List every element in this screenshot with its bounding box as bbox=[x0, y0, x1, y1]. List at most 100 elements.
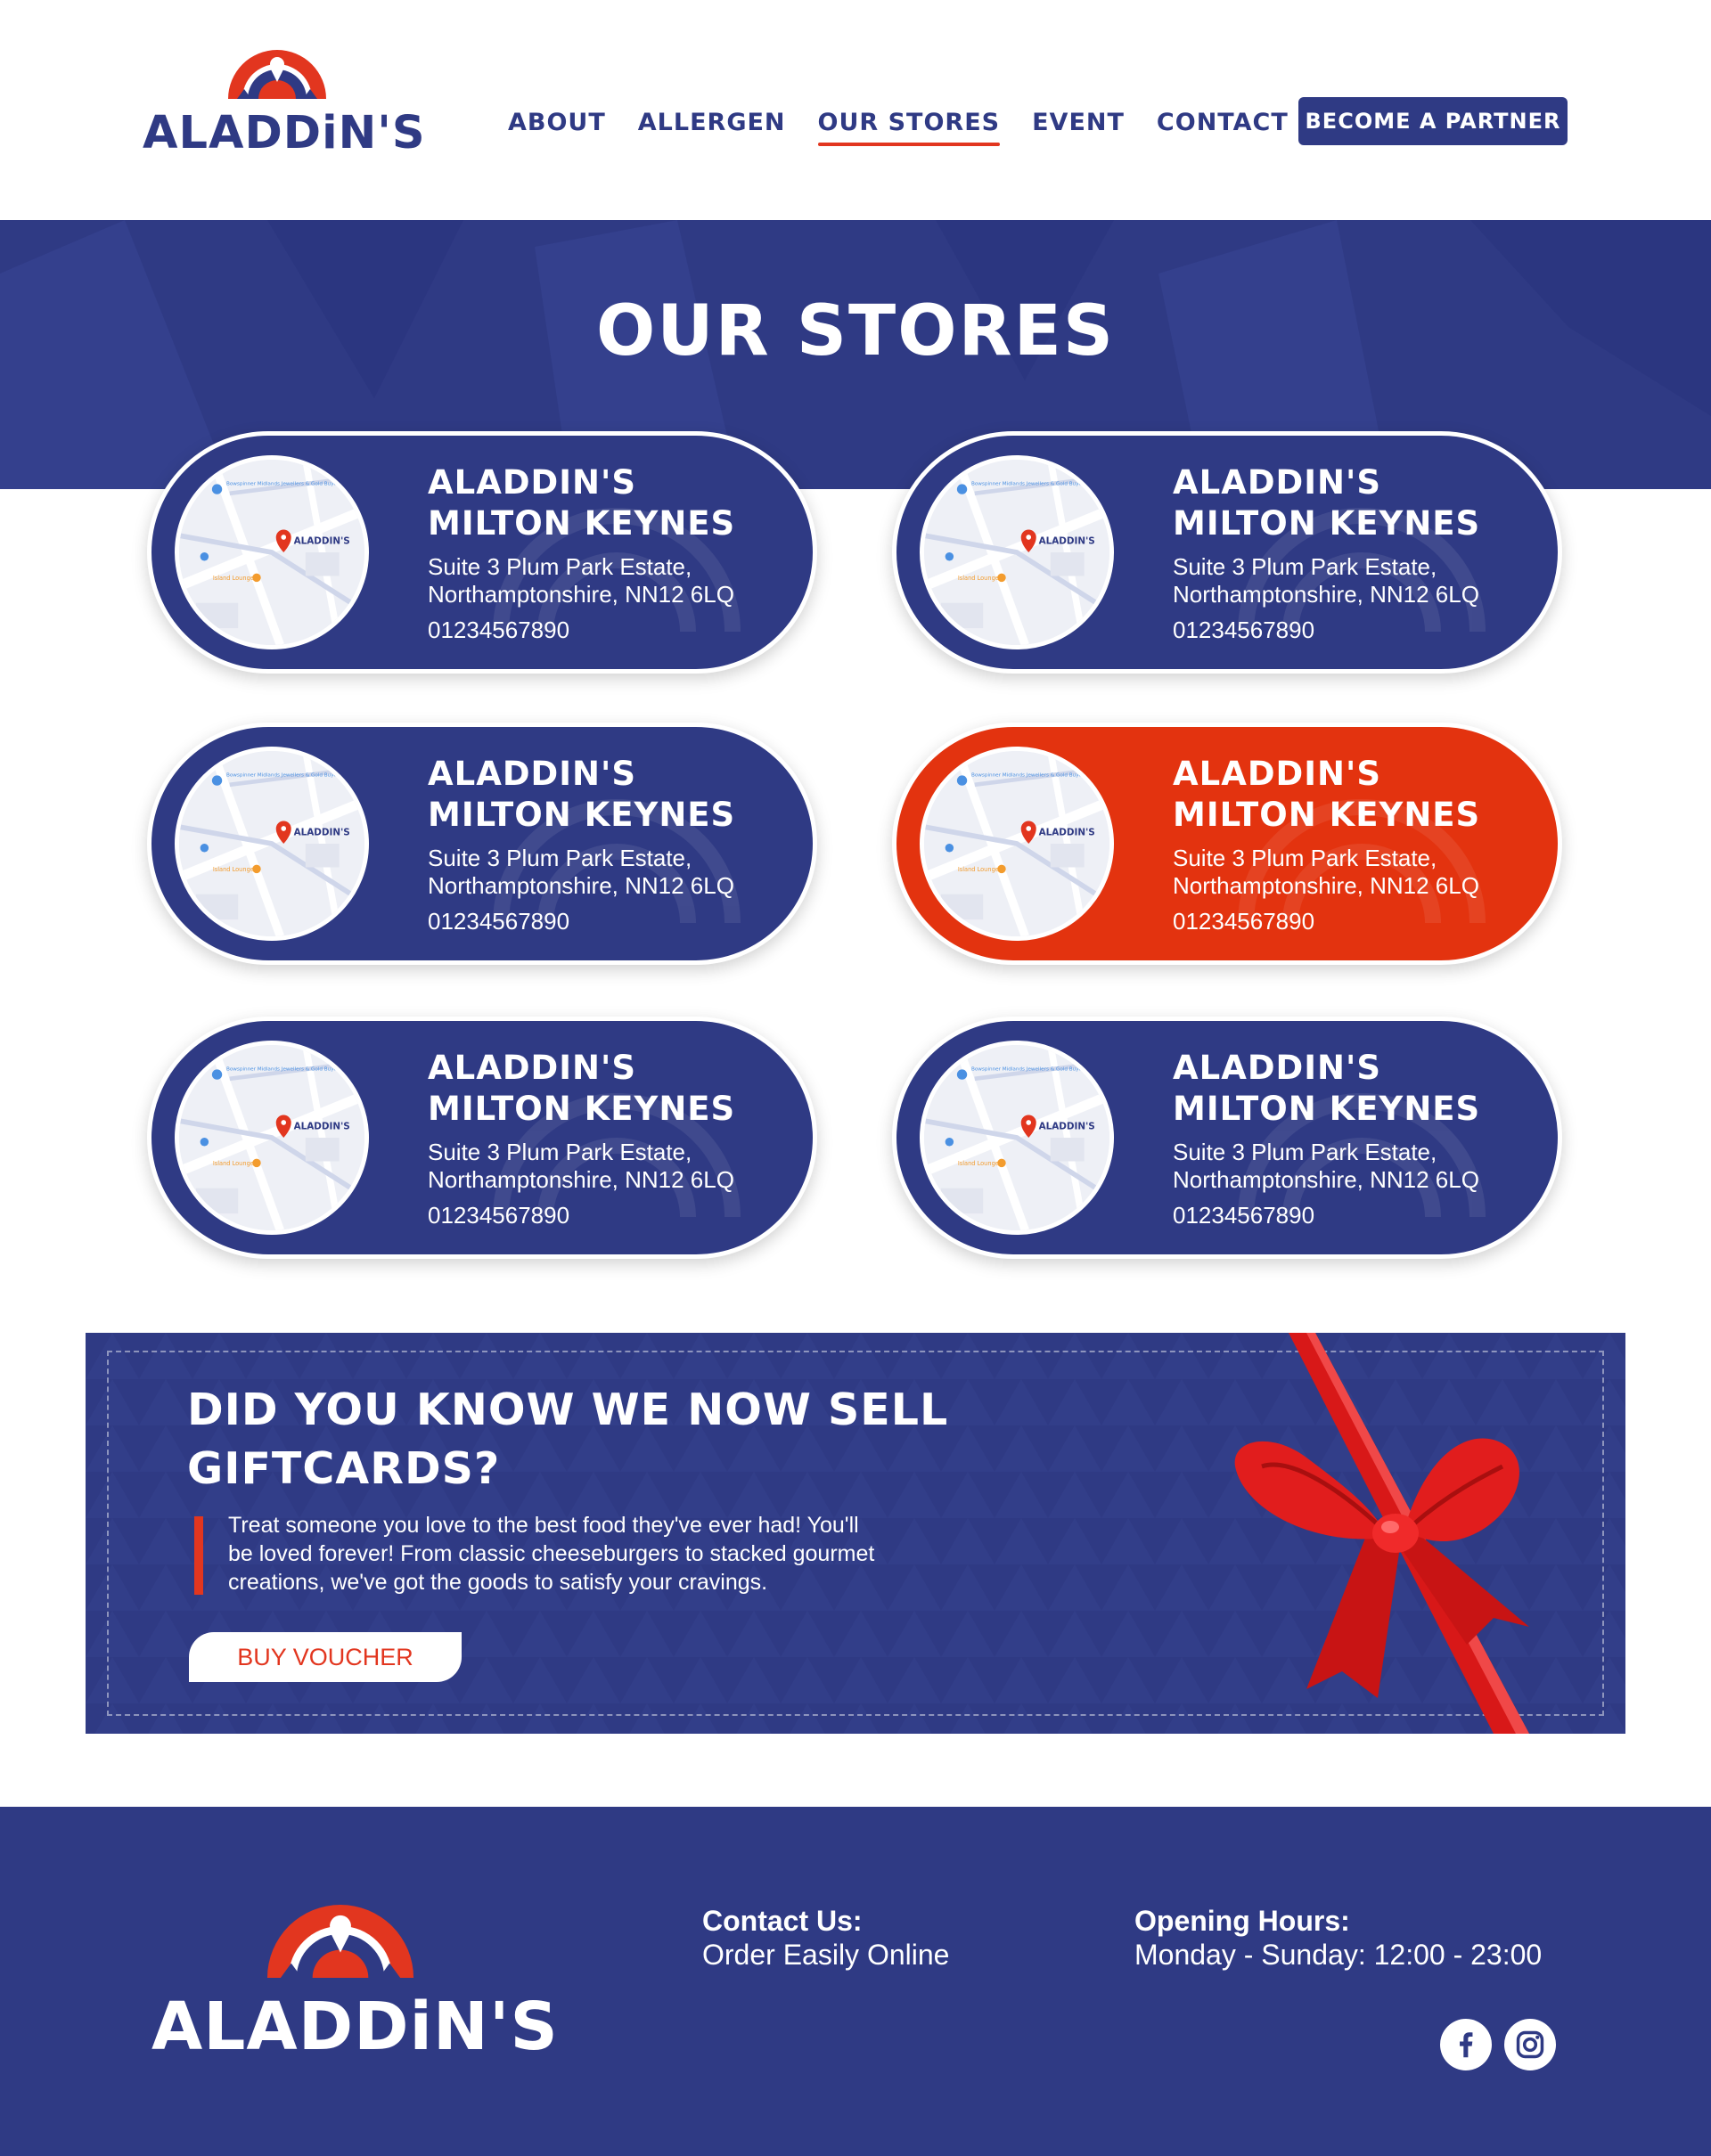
store-card[interactable]: ALADDIN'S Bowspinner Midlands Jewellers … bbox=[892, 1017, 1562, 1259]
store-address-line1: Suite 3 Plum Park Estate, bbox=[1173, 553, 1437, 580]
map-place-label: Island Lounge bbox=[213, 1160, 254, 1167]
nav-event[interactable]: EVENT bbox=[1032, 96, 1125, 136]
store-name: ALADDIN'S MILTON KEYNES bbox=[1173, 1048, 1547, 1130]
store-address: Suite 3 Plum Park Estate, Northamptonshi… bbox=[428, 845, 802, 900]
map-place-label: Bowspinner Midlands Jewellers & Gold Buy… bbox=[971, 772, 1086, 778]
page-title: OUR STORES bbox=[595, 291, 1116, 372]
brand-logo[interactable]: ALADDiN'S bbox=[143, 46, 426, 162]
contact-heading: Contact Us: bbox=[702, 1905, 863, 1937]
store-card[interactable]: ALADDIN'S Bowspinner Midlands Jewellers … bbox=[892, 431, 1562, 674]
map-image: ALADDIN'S Bowspinner Midlands Jewellers … bbox=[179, 1045, 364, 1230]
instagram-link[interactable] bbox=[1504, 2019, 1556, 2070]
store-map-thumbnail[interactable]: ALADDIN'S Bowspinner Midlands Jewellers … bbox=[920, 747, 1114, 941]
store-phone[interactable]: 01234567890 bbox=[428, 1202, 802, 1229]
map-marker-label: ALADDIN'S bbox=[1039, 828, 1095, 838]
map-place-label: Island Lounge bbox=[213, 575, 254, 582]
store-address-line2: Northamptonshire, NN12 6LQ bbox=[428, 872, 734, 899]
store-name-line2: MILTON KEYNES bbox=[1173, 1090, 1481, 1128]
facebook-link[interactable] bbox=[1440, 2019, 1492, 2070]
store-address: Suite 3 Plum Park Estate, Northamptonshi… bbox=[1173, 845, 1547, 900]
store-name-line2: MILTON KEYNES bbox=[428, 504, 736, 543]
giftcard-description: Treat someone you love to the best food … bbox=[228, 1511, 923, 1597]
nav-allergen[interactable]: ALLERGEN bbox=[638, 96, 786, 136]
map-image: ALADDIN'S Bowspinner Midlands Jewellers … bbox=[179, 460, 364, 645]
footer-hours: Opening Hours: Monday - Sunday: 12:00 - … bbox=[1134, 1905, 1542, 1972]
store-info: ALADDIN'S MILTON KEYNES Suite 3 Plum Par… bbox=[1173, 754, 1547, 935]
store-card[interactable]: ALADDIN'S Bowspinner Midlands Jewellers … bbox=[147, 723, 817, 965]
map-place-label: Bowspinner Midlands Jewellers & Gold Buy… bbox=[226, 1066, 341, 1072]
map-image: ALADDIN'S Bowspinner Midlands Jewellers … bbox=[924, 460, 1109, 645]
instagram-icon bbox=[1516, 2030, 1544, 2059]
store-address: Suite 3 Plum Park Estate, Northamptonshi… bbox=[1173, 1139, 1547, 1194]
footer-wordmark: ALADDiN'S bbox=[151, 1989, 559, 2065]
contact-text[interactable]: Order Easily Online bbox=[702, 1937, 949, 1972]
store-address-line1: Suite 3 Plum Park Estate, bbox=[428, 553, 692, 580]
store-address: Suite 3 Plum Park Estate, Northamptonshi… bbox=[428, 1139, 802, 1194]
store-phone[interactable]: 01234567890 bbox=[428, 617, 802, 644]
store-map-thumbnail[interactable]: ALADDIN'S Bowspinner Midlands Jewellers … bbox=[175, 747, 369, 941]
buy-voucher-button[interactable]: BUY VOUCHER bbox=[189, 1632, 462, 1682]
store-card[interactable]: ALADDIN'S Bowspinner Midlands Jewellers … bbox=[892, 723, 1562, 965]
store-map-thumbnail[interactable]: ALADDIN'S Bowspinner Midlands Jewellers … bbox=[920, 455, 1114, 649]
hours-heading: Opening Hours: bbox=[1134, 1905, 1350, 1937]
map-place-label: Bowspinner Midlands Jewellers & Gold Buy… bbox=[971, 481, 1086, 486]
store-name-line2: MILTON KEYNES bbox=[1173, 504, 1481, 543]
store-address-line1: Suite 3 Plum Park Estate, bbox=[1173, 1139, 1437, 1165]
store-name-line1: ALADDIN'S bbox=[1173, 1049, 1381, 1087]
store-info: ALADDIN'S MILTON KEYNES Suite 3 Plum Par… bbox=[1173, 462, 1547, 644]
map-place-label: Island Lounge bbox=[213, 866, 254, 873]
logo-arch-icon bbox=[266, 1904, 414, 1978]
map-marker-label: ALADDIN'S bbox=[294, 1122, 350, 1132]
store-name: ALADDIN'S MILTON KEYNES bbox=[428, 754, 802, 836]
store-phone[interactable]: 01234567890 bbox=[428, 908, 802, 935]
brand-wordmark: ALADDiN'S bbox=[143, 107, 426, 159]
store-name: ALADDIN'S MILTON KEYNES bbox=[428, 1048, 802, 1130]
store-info: ALADDIN'S MILTON KEYNES Suite 3 Plum Par… bbox=[428, 1048, 802, 1229]
map-image: ALADDIN'S Bowspinner Midlands Jewellers … bbox=[924, 1045, 1109, 1230]
store-name-line1: ALADDIN'S bbox=[428, 755, 636, 793]
giftcard-title-line2: GIFTCARDS? bbox=[187, 1443, 501, 1494]
store-map-thumbnail[interactable]: ALADDIN'S Bowspinner Midlands Jewellers … bbox=[920, 1041, 1114, 1235]
store-name: ALADDIN'S MILTON KEYNES bbox=[1173, 462, 1547, 544]
store-name-line2: MILTON KEYNES bbox=[1173, 796, 1481, 834]
map-place-label: Island Lounge bbox=[958, 866, 999, 873]
store-address-line2: Northamptonshire, NN12 6LQ bbox=[1173, 872, 1479, 899]
store-address-line2: Northamptonshire, NN12 6LQ bbox=[428, 1166, 734, 1193]
store-name: ALADDIN'S MILTON KEYNES bbox=[428, 462, 802, 544]
logo-arch-icon bbox=[228, 50, 326, 99]
map-place-label: Island Lounge bbox=[958, 575, 999, 582]
store-address-line1: Suite 3 Plum Park Estate, bbox=[428, 1139, 692, 1165]
store-info: ALADDIN'S MILTON KEYNES Suite 3 Plum Par… bbox=[428, 462, 802, 644]
store-address-line1: Suite 3 Plum Park Estate, bbox=[428, 845, 692, 871]
giftcard-banner: DID YOU KNOW WE NOW SELL GIFTCARDS? Trea… bbox=[86, 1333, 1625, 1734]
map-place-label: Bowspinner Midlands Jewellers & Gold Buy… bbox=[226, 481, 341, 486]
store-map-thumbnail[interactable]: ALADDIN'S Bowspinner Midlands Jewellers … bbox=[175, 455, 369, 649]
giftcard-text-line: Treat someone you love to the best food … bbox=[228, 1513, 859, 1538]
store-name-line2: MILTON KEYNES bbox=[428, 1090, 736, 1128]
map-place-label: Bowspinner Midlands Jewellers & Gold Buy… bbox=[971, 1066, 1086, 1072]
become-partner-button[interactable]: BECOME A PARTNER bbox=[1298, 97, 1568, 145]
store-map-thumbnail[interactable]: ALADDIN'S Bowspinner Midlands Jewellers … bbox=[175, 1041, 369, 1235]
store-info: ALADDIN'S MILTON KEYNES Suite 3 Plum Par… bbox=[428, 754, 802, 935]
nav-about[interactable]: ABOUT bbox=[508, 96, 606, 136]
giftcard-accent-bar bbox=[194, 1516, 203, 1595]
facebook-icon bbox=[1460, 2032, 1473, 2058]
site-footer: ALADDiN'S Contact Us: Order Easily Onlin… bbox=[0, 1807, 1711, 2156]
store-name-line1: ALADDIN'S bbox=[428, 463, 636, 502]
store-card[interactable]: ALADDIN'S Bowspinner Midlands Jewellers … bbox=[147, 1017, 817, 1259]
store-address: Suite 3 Plum Park Estate, Northamptonshi… bbox=[428, 553, 802, 608]
footer-logo[interactable]: ALADDiN'S bbox=[151, 1899, 559, 2078]
store-address-line2: Northamptonshire, NN12 6LQ bbox=[1173, 1166, 1479, 1193]
store-address-line2: Northamptonshire, NN12 6LQ bbox=[1173, 581, 1479, 608]
nav-our-stores[interactable]: OUR STORES bbox=[817, 96, 1001, 146]
store-card[interactable]: ALADDIN'S Bowspinner Midlands Jewellers … bbox=[147, 431, 817, 674]
store-phone[interactable]: 01234567890 bbox=[1173, 908, 1547, 935]
store-info: ALADDIN'S MILTON KEYNES Suite 3 Plum Par… bbox=[1173, 1048, 1547, 1229]
store-name-line1: ALADDIN'S bbox=[428, 1049, 636, 1087]
map-place-label: Bowspinner Midlands Jewellers & Gold Buy… bbox=[226, 772, 341, 778]
map-place-label: Island Lounge bbox=[958, 1160, 999, 1167]
giftcard-title-line1: DID YOU KNOW WE NOW SELL bbox=[187, 1384, 949, 1435]
store-phone[interactable]: 01234567890 bbox=[1173, 1202, 1547, 1229]
store-phone[interactable]: 01234567890 bbox=[1173, 617, 1547, 644]
map-marker-label: ALADDIN'S bbox=[1039, 536, 1095, 547]
